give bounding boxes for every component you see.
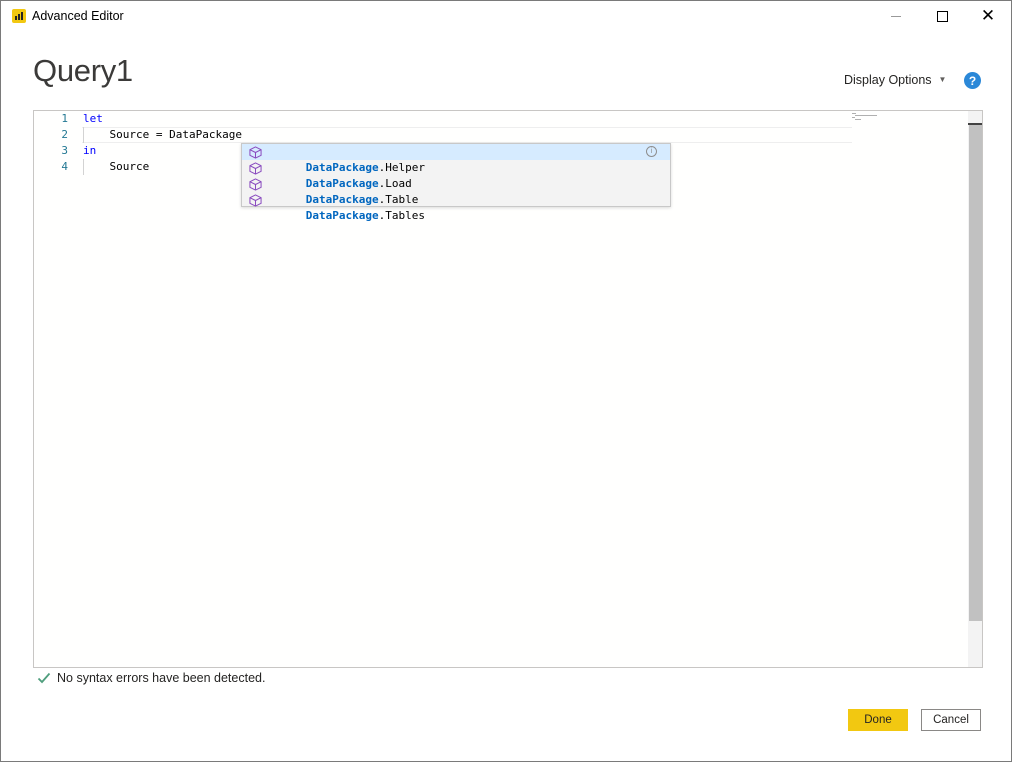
line-number: 3 [61, 144, 68, 157]
code-line[interactable]: let [83, 111, 103, 127]
display-options-dropdown[interactable]: Display Options ▼ [844, 73, 946, 87]
checkmark-icon [37, 672, 51, 684]
line-number: 2 [61, 128, 68, 141]
minimize-button[interactable] [873, 1, 919, 32]
line-number: 1 [61, 112, 68, 125]
power-bi-app-icon [12, 9, 26, 23]
line-number-gutter: 1 2 3 4 [34, 111, 82, 667]
code-line[interactable]: in [83, 143, 96, 159]
minimap-line [855, 119, 861, 120]
code-line[interactable]: Source [83, 159, 149, 175]
autocomplete-popup: DataPackage.Helper i DataPackage.Load Da… [241, 143, 671, 222]
title-bar: Advanced Editor ✕ [1, 1, 1011, 32]
autocomplete-item[interactable]: DataPackage.Table [242, 176, 670, 206]
done-button[interactable]: Done [848, 709, 908, 731]
help-button[interactable]: ? [964, 72, 981, 89]
help-icon: ? [968, 73, 977, 88]
close-button[interactable]: ✕ [965, 1, 1011, 32]
query-title: Query1 [33, 53, 133, 88]
minimap[interactable] [852, 111, 967, 667]
minimap-line [852, 113, 856, 114]
autocomplete-item[interactable]: DataPackage.Load [242, 160, 670, 190]
autocomplete-item[interactable]: DataPackage.Tables [242, 192, 670, 222]
autocomplete-rest-text: .Tables [378, 209, 425, 222]
code-line[interactable]: Source = DataPackage [83, 127, 241, 143]
line-number: 4 [61, 160, 68, 173]
scroll-position-marker [968, 123, 982, 125]
minimap-line [852, 117, 855, 118]
cube-icon [249, 146, 262, 159]
maximize-button[interactable] [919, 1, 965, 32]
minimap-line [855, 115, 877, 116]
cancel-button[interactable]: Cancel [921, 709, 981, 731]
scrollbar-thumb[interactable] [969, 123, 982, 621]
autocomplete-match-text: DataPackage [305, 209, 379, 222]
advanced-editor-window: Advanced Editor ✕ Query1 Display Options… [0, 0, 1012, 762]
cube-icon [249, 194, 262, 207]
cube-icon [249, 162, 262, 175]
autocomplete-item[interactable]: DataPackage.Helper i [242, 144, 670, 174]
close-icon: ✕ [980, 6, 996, 26]
status-message: No syntax errors have been detected. [57, 671, 266, 685]
info-icon[interactable]: i [646, 146, 657, 157]
cube-icon [249, 178, 262, 191]
display-options-label: Display Options [844, 73, 932, 87]
minimize-icon [891, 16, 901, 17]
maximize-icon [936, 11, 948, 22]
syntax-status: No syntax errors have been detected. [37, 671, 265, 685]
window-title: Advanced Editor [32, 9, 124, 23]
vertical-scrollbar[interactable] [968, 111, 982, 667]
chevron-down-icon: ▼ [938, 74, 947, 84]
